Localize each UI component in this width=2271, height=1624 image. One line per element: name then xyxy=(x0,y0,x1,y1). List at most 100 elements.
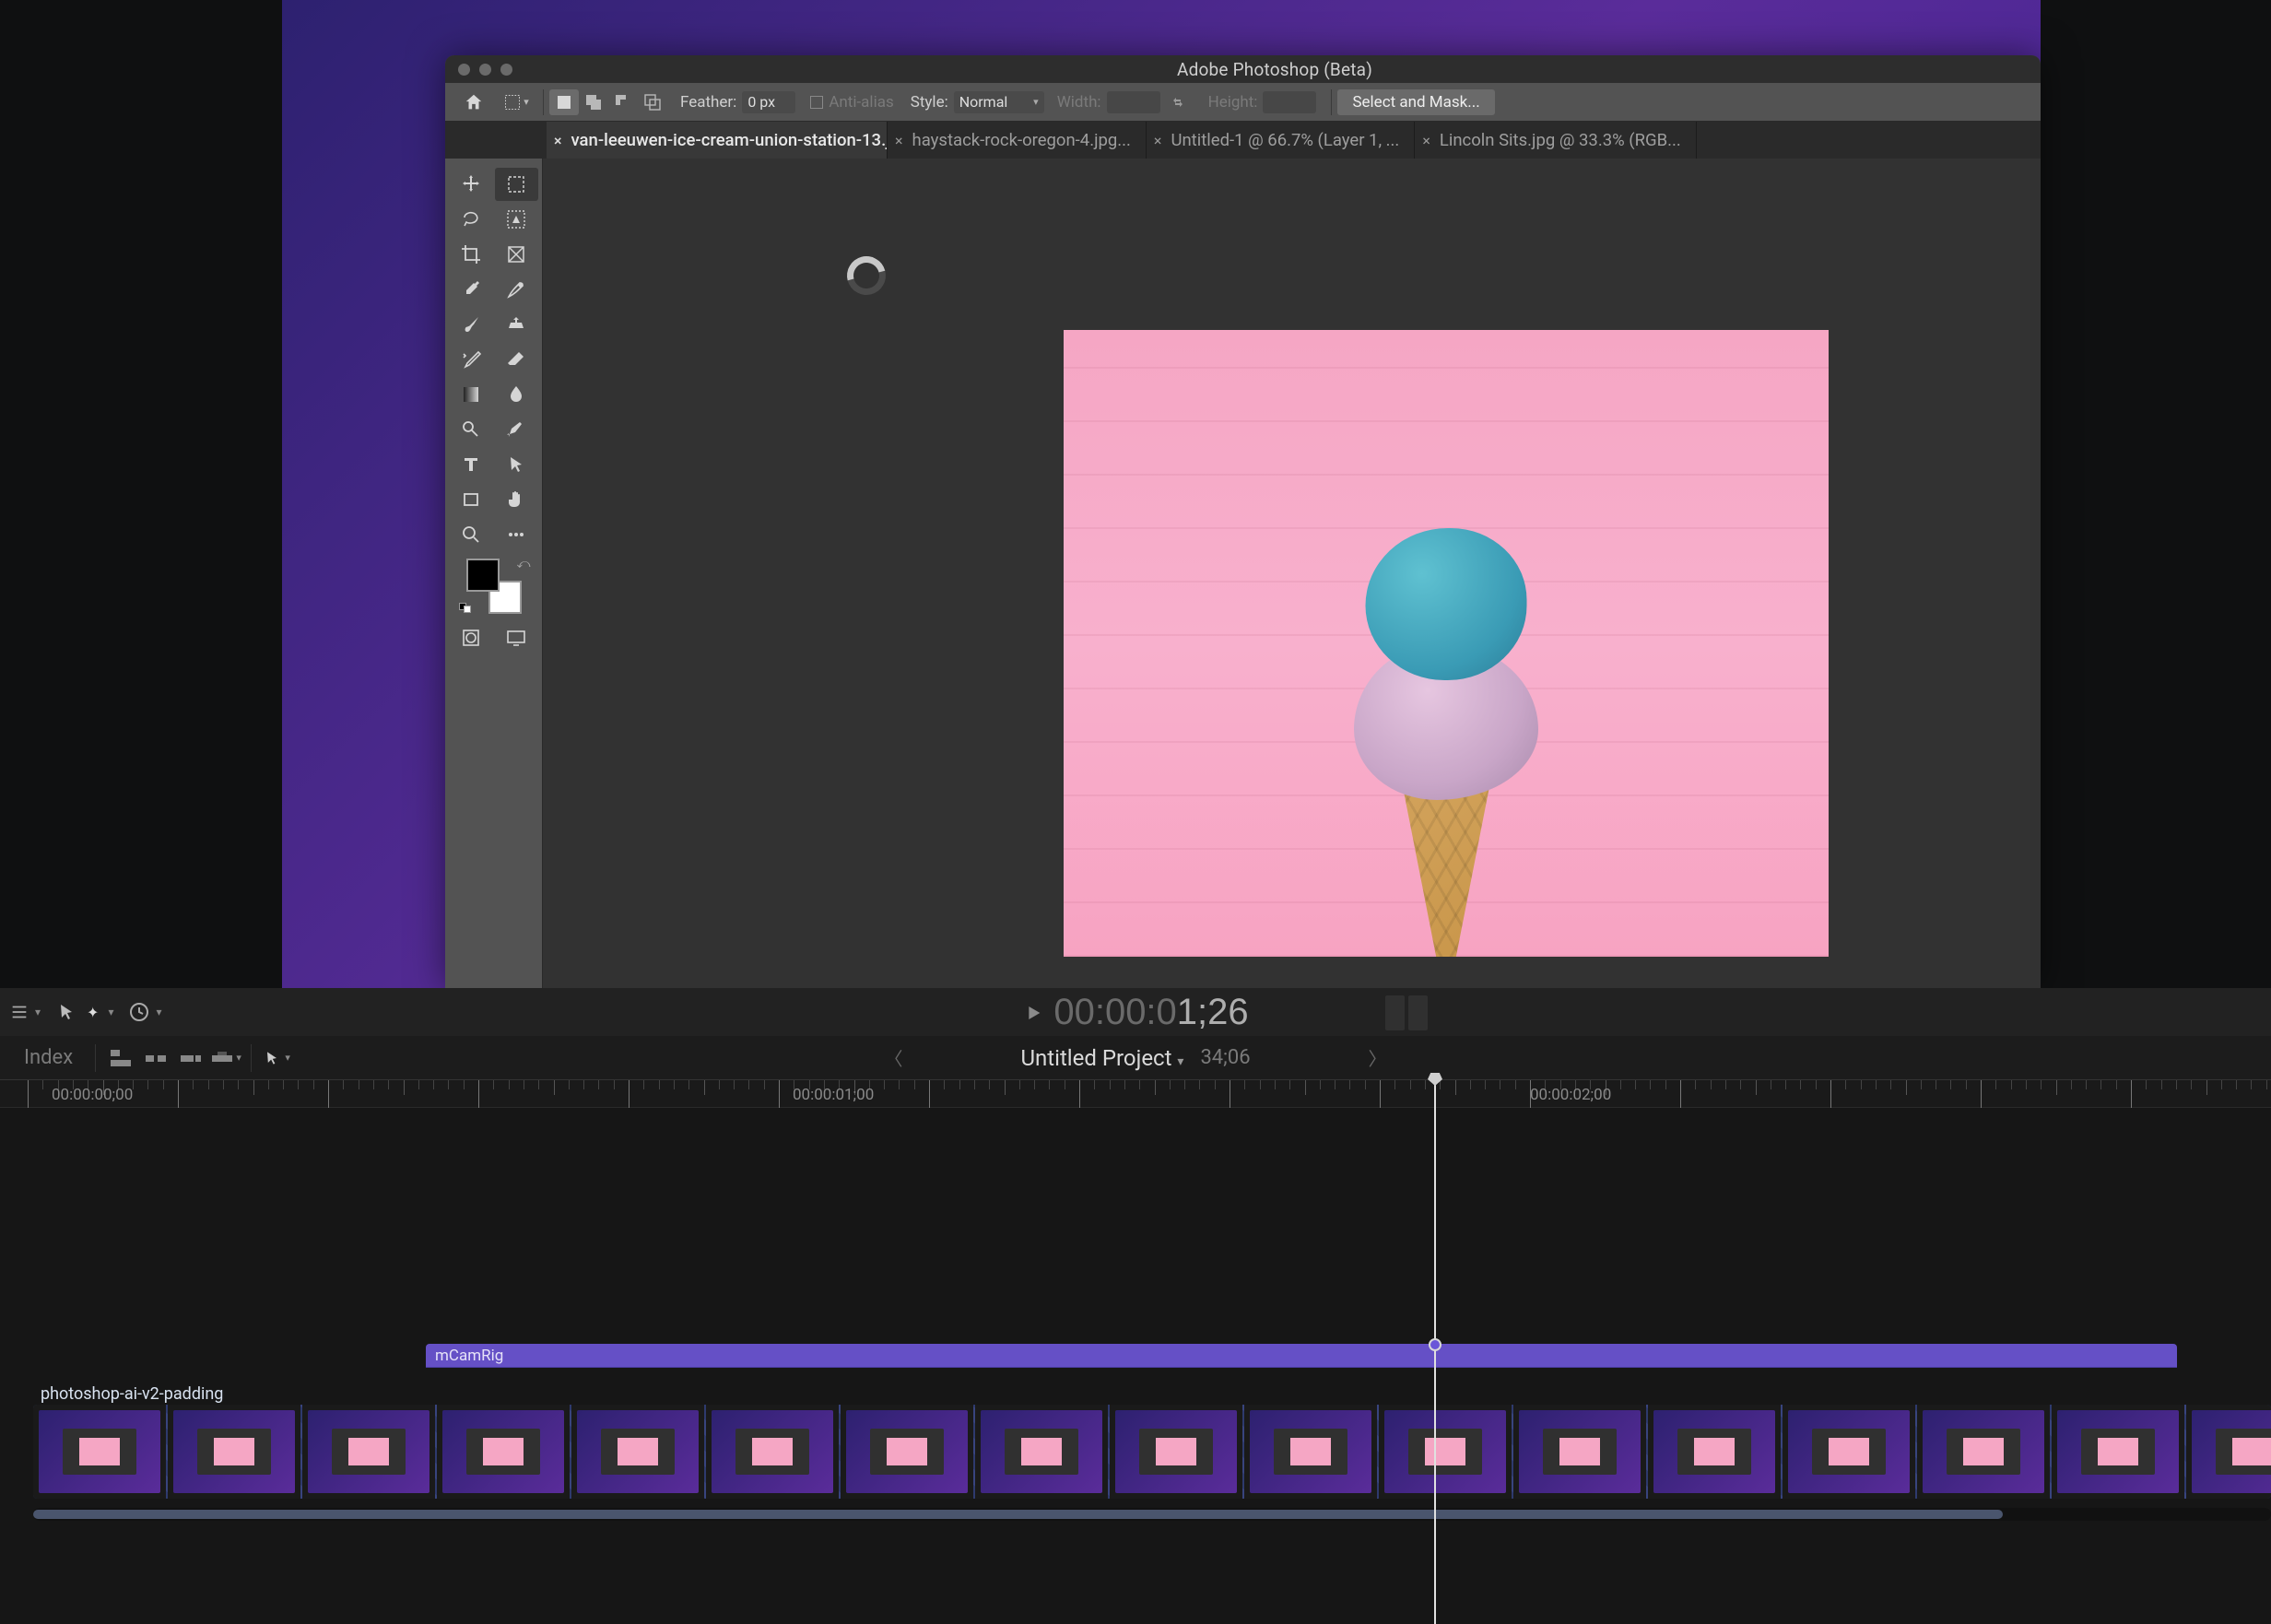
next-edit-icon[interactable]: 〉 xyxy=(1267,1044,1489,1071)
brush-tool-icon[interactable] xyxy=(449,308,493,341)
overwrite-clip-icon[interactable]: ▾ xyxy=(208,1044,243,1072)
type-tool-icon[interactable] xyxy=(449,448,493,481)
play-icon[interactable] xyxy=(1022,992,1044,1033)
canvas-area[interactable] xyxy=(543,159,2041,988)
timecode-display[interactable]: 00:00:01;26 xyxy=(1022,992,1248,1033)
video-thumbnail[interactable] xyxy=(1917,1405,2050,1499)
edit-toolbar-icon[interactable] xyxy=(495,518,539,551)
append-clip-icon[interactable] xyxy=(173,1044,208,1072)
project-name[interactable]: Untitled Project ▾ xyxy=(1020,1045,1183,1071)
selection-subtract-icon[interactable] xyxy=(608,89,638,115)
tab-van-leeuwen[interactable]: × van-leeuwen-ice-cream-union-station-13… xyxy=(547,122,888,159)
crop-tool-icon[interactable] xyxy=(449,238,493,271)
close-icon[interactable]: × xyxy=(554,132,562,149)
eyedropper-tool-icon[interactable] xyxy=(449,273,493,306)
selection-intersect-icon[interactable] xyxy=(638,89,667,115)
tools-dropdown[interactable]: ✦ ▾ xyxy=(55,1001,113,1023)
antialias-label: Anti-alias xyxy=(829,93,893,112)
title-clip-mcamrig[interactable]: mCamRig xyxy=(426,1344,2177,1368)
minimize-traffic-light[interactable] xyxy=(479,64,491,76)
trim-tool-dropdown[interactable]: ▾ xyxy=(9,1002,41,1022)
frame-tool-icon[interactable] xyxy=(495,238,539,271)
retiming-dropdown[interactable]: ▾ xyxy=(128,1001,161,1023)
home-icon[interactable] xyxy=(456,89,491,115)
video-thumbnail[interactable] xyxy=(168,1405,300,1499)
video-thumbnail[interactable] xyxy=(841,1405,973,1499)
tab-haystack[interactable]: × haystack-rock-oregon-4.jpg... xyxy=(888,122,1147,159)
prev-edit-icon[interactable]: 〈 xyxy=(782,1044,1004,1071)
close-icon[interactable]: × xyxy=(895,132,903,149)
tab-untitled[interactable]: × Untitled-1 @ 66.7% (Layer 1, ... xyxy=(1147,122,1415,159)
antialias-checkbox: Anti-alias xyxy=(810,93,893,112)
video-thumbnail[interactable] xyxy=(975,1405,1108,1499)
zoom-tool-icon[interactable] xyxy=(449,518,493,551)
video-thumbnail[interactable] xyxy=(1379,1405,1512,1499)
close-icon[interactable]: × xyxy=(1422,132,1430,149)
close-icon[interactable]: × xyxy=(1154,132,1162,149)
timeline-horizontal-scrollbar[interactable] xyxy=(33,1508,2271,1521)
marquee-preset-icon[interactable]: ▾ xyxy=(499,89,534,115)
timeline-ruler[interactable]: 00:00:00;0000:00:01;0000:00:02;00 xyxy=(0,1080,2271,1108)
default-colors-icon[interactable] xyxy=(459,603,472,616)
path-selection-tool-icon[interactable] xyxy=(495,448,539,481)
window-title-text: Adobe Photoshop (Beta) xyxy=(522,59,2028,80)
lasso-tool-icon[interactable] xyxy=(449,203,493,236)
history-brush-tool-icon[interactable] xyxy=(449,343,493,376)
quick-mask-icon[interactable] xyxy=(449,621,493,654)
video-thumbnail[interactable] xyxy=(1110,1405,1242,1499)
select-and-mask-button[interactable]: Select and Mask... xyxy=(1337,89,1494,115)
video-thumbnail[interactable] xyxy=(1244,1405,1377,1499)
selection-new-icon[interactable] xyxy=(549,89,579,115)
options-bar: ▾ Feather: 0 px Anti-alias Style: Normal… xyxy=(445,83,2041,122)
selection-add-icon[interactable] xyxy=(579,89,608,115)
close-traffic-light[interactable] xyxy=(458,64,470,76)
foreground-background-swatches[interactable]: ⤺ xyxy=(466,559,522,614)
connect-clip-icon[interactable] xyxy=(103,1044,138,1072)
video-thumbnail[interactable] xyxy=(1648,1405,1781,1499)
screen-mode-icon[interactable] xyxy=(495,621,539,654)
swap-wh-icon[interactable] xyxy=(1170,94,1186,111)
clone-stamp-tool-icon[interactable] xyxy=(495,308,539,341)
video-thumbnail[interactable] xyxy=(1783,1405,1915,1499)
style-select[interactable]: Normal▾ xyxy=(954,91,1044,113)
video-thumbnail[interactable] xyxy=(302,1405,435,1499)
hand-tool-icon[interactable] xyxy=(495,483,539,516)
video-thumbnail[interactable] xyxy=(571,1405,704,1499)
video-thumbnail[interactable] xyxy=(33,1405,166,1499)
foreground-color-swatch[interactable] xyxy=(466,559,500,592)
tab-lincoln[interactable]: × Lincoln Sits.jpg @ 33.3% (RGB... xyxy=(1415,122,1696,159)
video-clip-label: photoshop-ai-v2-padding xyxy=(41,1384,223,1404)
canvas-image xyxy=(1064,330,1829,957)
video-thumbnail[interactable] xyxy=(2052,1405,2184,1499)
video-thumbnail[interactable] xyxy=(437,1405,570,1499)
pen-tool-icon[interactable] xyxy=(495,413,539,446)
timeline-toolbar: ▾ ✦ ▾ ▾ 00:00:01;26 xyxy=(0,988,2271,1036)
scrollbar-thumb[interactable] xyxy=(33,1510,2003,1519)
feather-input[interactable]: 0 px xyxy=(742,91,795,113)
object-selection-tool-icon[interactable] xyxy=(495,203,539,236)
video-thumbnail[interactable] xyxy=(1513,1405,1646,1499)
move-tool-icon[interactable] xyxy=(449,168,493,201)
playhead[interactable] xyxy=(1434,1080,1436,1624)
video-thumbnail[interactable] xyxy=(2186,1405,2271,1499)
index-button[interactable]: Index xyxy=(9,1046,88,1069)
insert-clip-icon[interactable] xyxy=(138,1044,173,1072)
blur-tool-icon[interactable] xyxy=(495,378,539,411)
photoshop-window: Adobe Photoshop (Beta) ▾ Feather: 0 px A… xyxy=(445,55,2041,988)
eraser-tool-icon[interactable] xyxy=(495,343,539,376)
video-thumbnail[interactable] xyxy=(706,1405,839,1499)
select-tool-icon[interactable]: ▾ xyxy=(259,1044,294,1072)
zoom-traffic-light[interactable] xyxy=(500,64,512,76)
titlebar: Adobe Photoshop (Beta) xyxy=(445,55,2041,83)
width-input xyxy=(1107,91,1160,113)
project-title-bar: 〈 Untitled Project ▾ 34;06 〉 xyxy=(782,1044,1488,1071)
healing-brush-tool-icon[interactable] xyxy=(495,273,539,306)
height-input xyxy=(1263,91,1316,113)
primary-video-track[interactable] xyxy=(33,1405,2271,1499)
dodge-tool-icon[interactable] xyxy=(449,413,493,446)
marquee-tool-icon[interactable] xyxy=(495,168,539,201)
timeline-tracks[interactable]: mCamRig photoshop-ai-v2-padding xyxy=(0,1108,2271,1624)
gradient-tool-icon[interactable] xyxy=(449,378,493,411)
swap-colors-icon[interactable]: ⤺ xyxy=(517,557,531,571)
rectangle-tool-icon[interactable] xyxy=(449,483,493,516)
